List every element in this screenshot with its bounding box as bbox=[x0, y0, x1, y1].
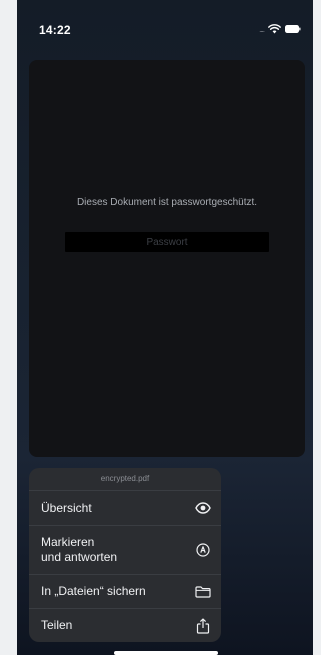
home-indicator bbox=[114, 651, 218, 655]
overview-label: Übersicht bbox=[41, 500, 92, 515]
overview-button[interactable]: Übersicht bbox=[29, 491, 221, 526]
action-sheet: encrypted.pdf Übersicht Markieren und an… bbox=[29, 468, 221, 642]
markup-reply-label: Markieren und antworten bbox=[41, 535, 118, 564]
markup-pen-icon bbox=[195, 542, 211, 558]
wifi-icon bbox=[268, 24, 281, 34]
phone-screen: 14:22 .... Dieses Dokument ist passwortg… bbox=[17, 0, 313, 655]
password-protected-message: Dieses Dokument ist passwortgeschützt. bbox=[76, 197, 258, 208]
signal-dots: .... bbox=[259, 24, 265, 34]
folder-icon bbox=[195, 584, 211, 600]
sheet-title: encrypted.pdf bbox=[29, 468, 221, 491]
battery-icon bbox=[285, 25, 301, 33]
status-icons: .... bbox=[259, 24, 301, 34]
share-label: Teilen bbox=[41, 618, 73, 632]
status-time: 14:22 bbox=[39, 23, 71, 37]
markup-reply-button[interactable]: Markieren und antworten bbox=[29, 526, 221, 575]
status-bar: 14:22 .... bbox=[17, 0, 313, 52]
share-icon bbox=[195, 617, 211, 634]
password-field[interactable] bbox=[65, 232, 269, 252]
document-card: Dieses Dokument ist passwortgeschützt. bbox=[29, 60, 305, 457]
save-to-files-label: In „Dateien“ sichern bbox=[41, 584, 146, 598]
save-to-files-button[interactable]: In „Dateien“ sichern bbox=[29, 575, 221, 609]
share-button[interactable]: Teilen bbox=[29, 609, 221, 642]
eye-icon bbox=[195, 500, 211, 516]
